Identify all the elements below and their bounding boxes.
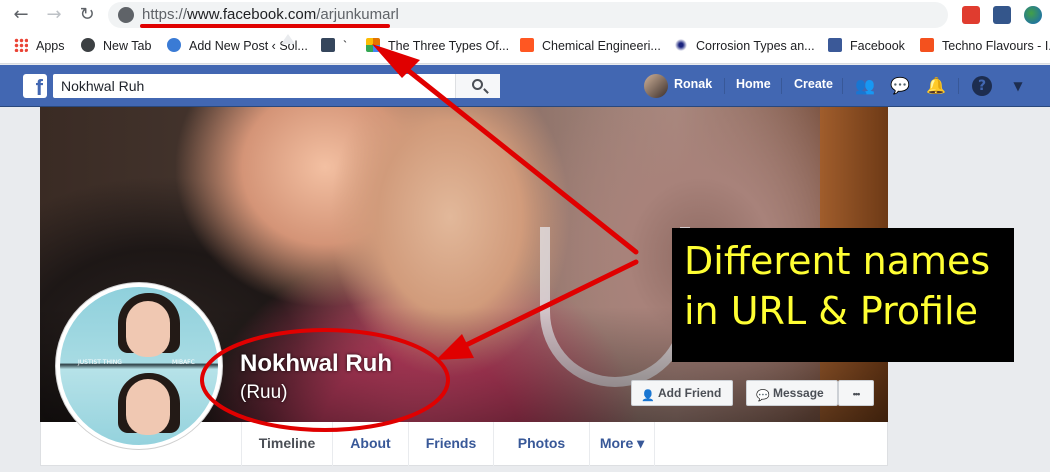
annotation-line-1: Different names	[684, 239, 991, 283]
annotation-line-2: in URL & Profile	[684, 289, 979, 333]
arrow-to-name	[436, 259, 639, 360]
annotation-text: Different names in URL & Profile	[684, 236, 1014, 336]
name-highlight-ellipse	[200, 328, 450, 432]
screenshot-root: ← → ↻ https://www.facebook.com/arjunkuma…	[0, 0, 1050, 472]
arrow-to-url	[372, 44, 639, 255]
annotation-box: Different names in URL & Profile	[672, 228, 1014, 362]
